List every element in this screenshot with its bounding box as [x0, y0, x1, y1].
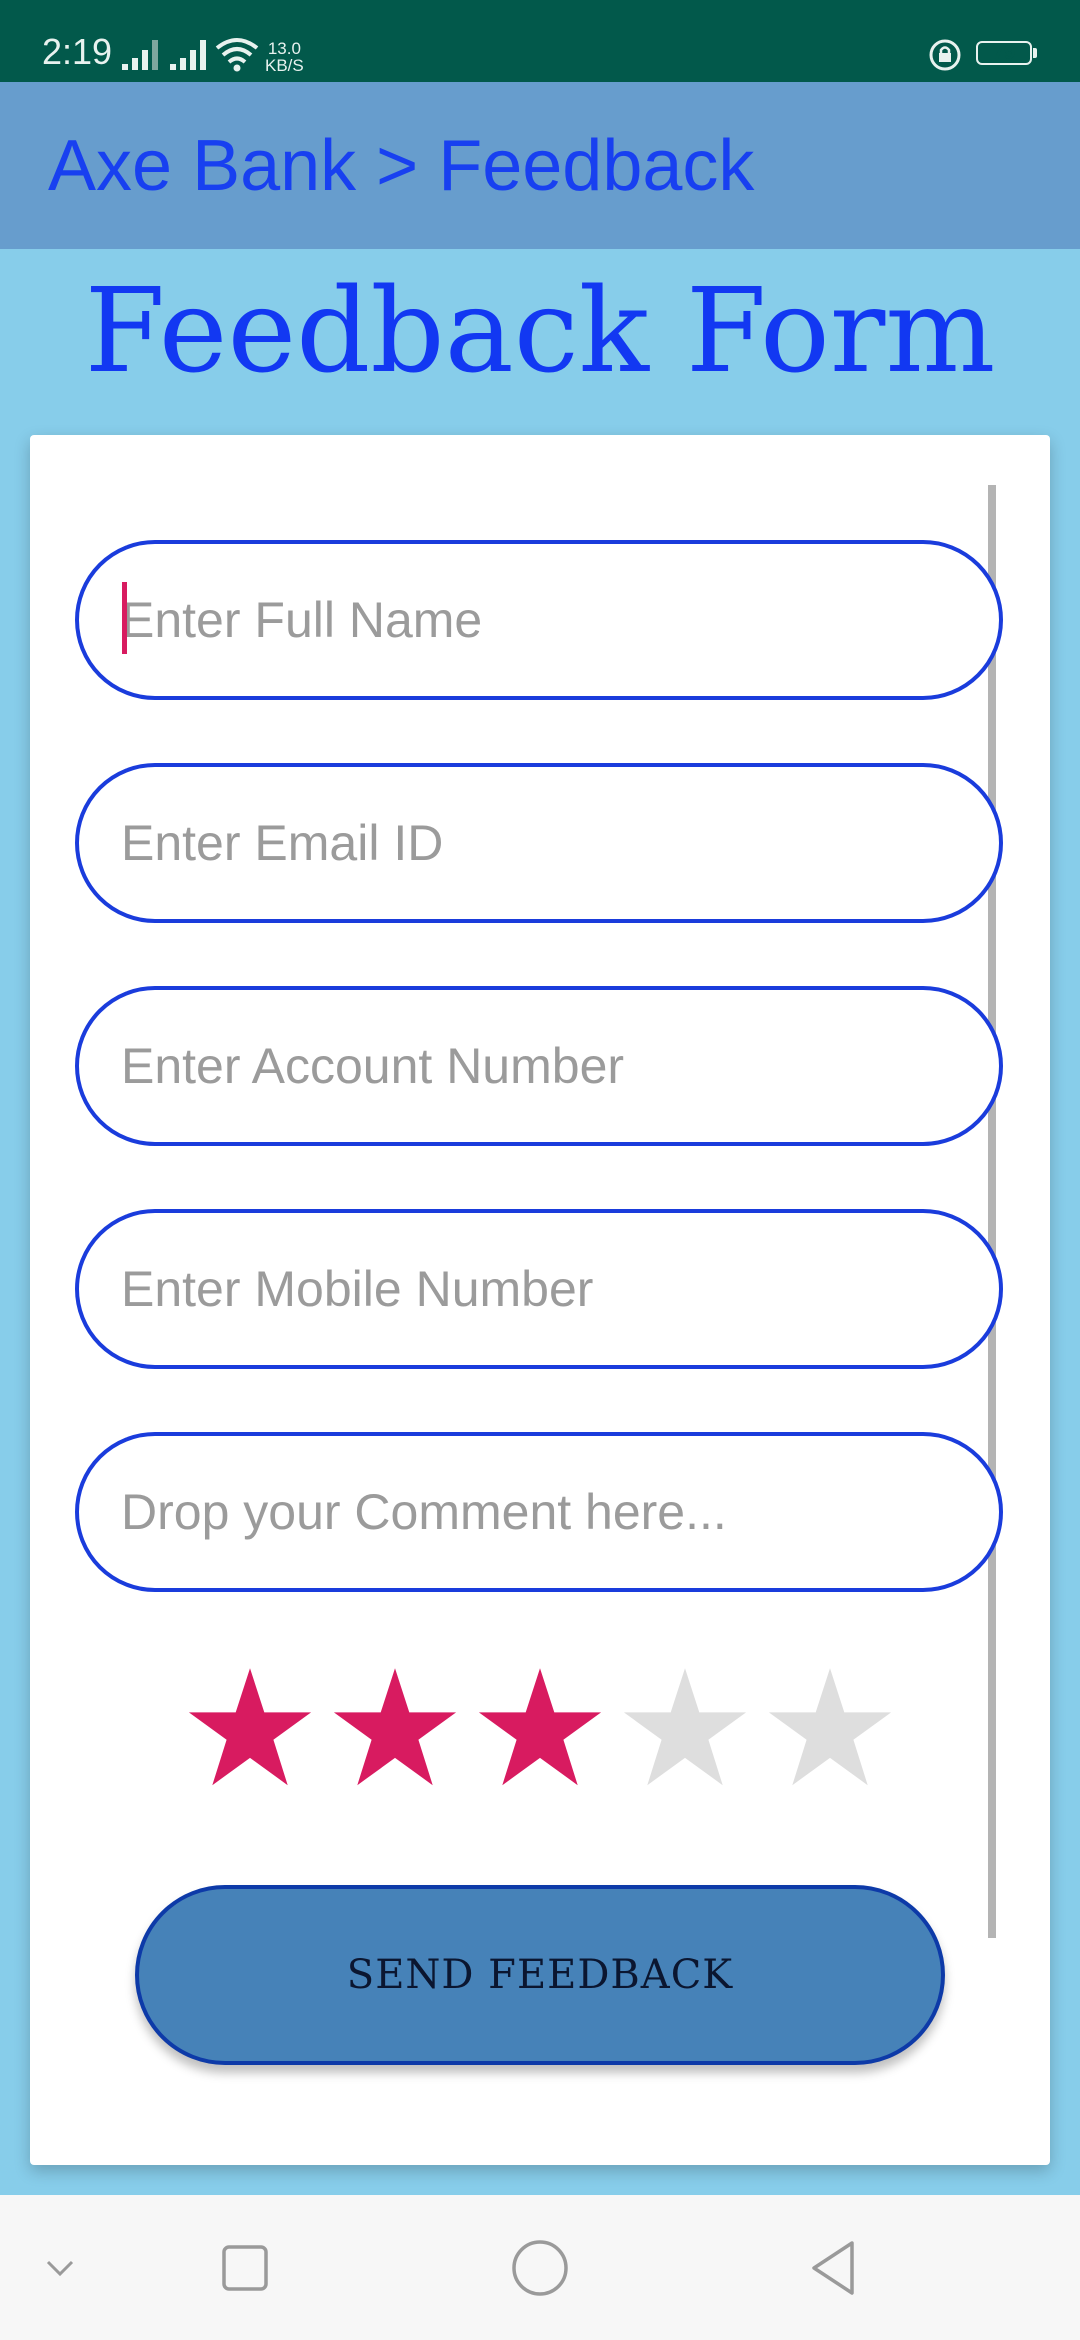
square-icon: [222, 2244, 268, 2291]
page-title: Feedback Form: [84, 264, 996, 399]
nav-collapse-button[interactable]: [20, 2195, 100, 2340]
star-filled-icon[interactable]: [475, 1663, 605, 1793]
status-time: 2:19: [42, 31, 113, 72]
back-triangle-icon: [812, 2240, 854, 2295]
network-speed: 13.0 KB/S: [265, 40, 304, 74]
network-speed-value: 13.0: [267, 39, 301, 58]
signal-icon: [122, 40, 158, 70]
full-name-input[interactable]: [121, 544, 941, 696]
signal-icon: [170, 40, 206, 70]
full-name-field[interactable]: [75, 540, 1003, 700]
star-empty-icon[interactable]: [765, 1663, 895, 1793]
comment-field[interactable]: [75, 1432, 1003, 1592]
star-filled-icon[interactable]: [185, 1663, 315, 1793]
mobile-number-input[interactable]: [121, 1213, 941, 1365]
account-number-input[interactable]: [121, 990, 941, 1142]
scrollbar[interactable]: [988, 485, 996, 1938]
wifi-icon: [215, 38, 259, 72]
star-filled-icon[interactable]: [330, 1663, 460, 1793]
navigation-bar: [0, 2195, 1080, 2340]
send-feedback-button[interactable]: SEND FEEDBACK: [135, 1885, 945, 2065]
battery-tip: [1033, 48, 1037, 58]
circle-icon: [512, 2239, 568, 2296]
nav-home-button[interactable]: [500, 2195, 580, 2340]
comment-input[interactable]: [121, 1436, 941, 1588]
app-bar: Axe Bank > Feedback: [0, 82, 1080, 249]
account-number-field[interactable]: [75, 986, 1003, 1146]
mobile-number-field[interactable]: [75, 1209, 1003, 1369]
nav-recents-button[interactable]: [205, 2195, 285, 2340]
email-field[interactable]: [75, 763, 1003, 923]
status-bar: 2:19 13.0 KB/S 79: [0, 0, 1080, 82]
nav-back-button[interactable]: [793, 2195, 873, 2340]
battery-icon: 79: [976, 41, 1032, 65]
rotation-lock-icon: [929, 39, 961, 71]
rating-bar[interactable]: [185, 1663, 905, 1793]
email-input[interactable]: [121, 767, 941, 919]
network-speed-unit: KB/S: [265, 56, 304, 75]
text-cursor: [122, 582, 127, 654]
star-empty-icon[interactable]: [620, 1663, 750, 1793]
battery-level: 79: [992, 42, 1016, 64]
app-bar-title: Axe Bank > Feedback: [48, 126, 755, 206]
chevron-down-icon: [46, 2260, 74, 2276]
